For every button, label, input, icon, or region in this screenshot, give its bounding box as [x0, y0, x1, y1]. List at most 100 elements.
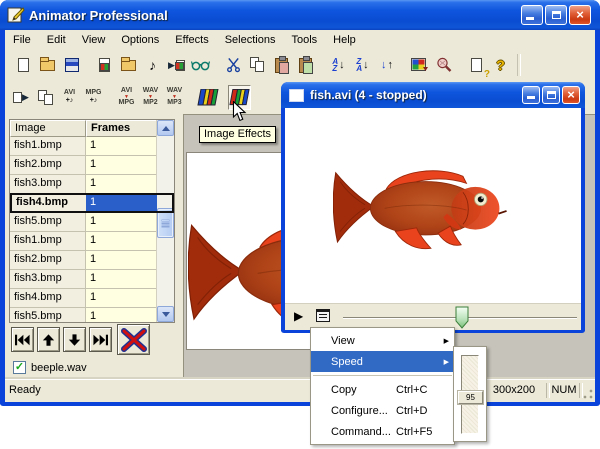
table-row[interactable]: fish2.bmp 1 [10, 156, 174, 175]
menu-file[interactable]: File [5, 32, 39, 48]
child-maximize-button[interactable] [542, 86, 560, 104]
seek-slider-thumb[interactable] [455, 306, 469, 329]
table-row-selected[interactable]: fish4.bmp 1 [10, 193, 174, 213]
submenu-arrow-icon: ▶ [443, 358, 449, 366]
cell-image[interactable]: fish2.bmp [10, 156, 86, 175]
menu-options[interactable]: Options [113, 32, 167, 48]
build-animation-button[interactable] [34, 85, 57, 110]
cell-frames[interactable]: 1 [86, 270, 157, 289]
film-effects-button[interactable] [196, 85, 219, 110]
wav-to-mp3-button[interactable]: WAV ▼ MP3 [163, 85, 186, 110]
cut-button[interactable] [222, 53, 245, 78]
menu-tools[interactable]: Tools [283, 32, 325, 48]
save-button[interactable] [60, 53, 83, 78]
sort-az-button[interactable]: A Z ↓ [327, 53, 350, 78]
cell-image[interactable]: fish1.bmp [10, 232, 86, 251]
previous-frame-button[interactable] [37, 327, 60, 352]
child-close-button[interactable]: × [562, 86, 580, 104]
cell-frames[interactable]: 1 [86, 156, 157, 175]
mpg-audio-button[interactable]: MPG +♪ [82, 85, 105, 110]
table-row[interactable]: fish1.bmp 1 [10, 232, 174, 251]
next-frame-button[interactable] [63, 327, 86, 352]
avi-to-mpg-button[interactable]: AVI ▼ MPG [115, 85, 138, 110]
table-row[interactable]: fish1.bmp 1 [10, 137, 174, 156]
copy-button[interactable] [246, 53, 269, 78]
status-bar: Ready 300x200 NUM [5, 379, 595, 402]
column-header-image[interactable]: Image [10, 120, 86, 137]
speed-slider-thumb[interactable]: 95 [458, 391, 483, 404]
menu-item-view[interactable]: View ▶ [311, 330, 454, 351]
menu-item-configure[interactable]: Configure... Ctrl+D [311, 400, 454, 421]
close-button[interactable]: × [569, 5, 591, 25]
help-button[interactable]: ? [489, 53, 512, 78]
new-file-button[interactable] [12, 53, 35, 78]
scroll-up-button[interactable] [157, 120, 174, 136]
open-button[interactable] [36, 53, 59, 78]
table-row[interactable]: fish5.bmp 1 [10, 213, 174, 232]
maximize-button[interactable] [545, 5, 567, 25]
table-row[interactable]: fish2.bmp 1 [10, 251, 174, 270]
cell-image[interactable]: fish4.bmp [12, 195, 86, 211]
menu-effects[interactable]: Effects [167, 32, 216, 48]
last-frame-button[interactable] [89, 327, 112, 352]
child-minimize-button[interactable] [522, 86, 540, 104]
image-palette-button[interactable] [408, 53, 431, 78]
cell-image[interactable]: fish5.bmp [10, 308, 86, 322]
cell-frames[interactable]: 1 [86, 175, 157, 194]
cell-image[interactable]: fish3.bmp [10, 175, 86, 194]
table-row[interactable]: fish5.bmp 1 [10, 308, 174, 322]
sort-za-button[interactable]: Z A ↓ [351, 53, 374, 78]
context-help-button[interactable]: ? [465, 53, 490, 80]
cell-frames[interactable]: 1 [86, 213, 157, 232]
menu-item-speed[interactable]: Speed ▶ [311, 351, 454, 372]
menu-item-command[interactable]: Command... Ctrl+F5 [311, 421, 454, 442]
cell-frames[interactable]: 1 [86, 137, 157, 156]
cell-frames[interactable]: 1 [86, 232, 157, 251]
avi-audio-button[interactable]: AVI +♪ [58, 85, 81, 110]
menu-help[interactable]: Help [325, 32, 364, 48]
delete-frame-button[interactable] [117, 324, 150, 355]
table-row[interactable]: fish3.bmp 1 [10, 175, 174, 194]
paste-frame-button[interactable] [270, 53, 293, 78]
new-image-folder-button[interactable] [117, 53, 140, 78]
menu-item-label: Copy [331, 383, 357, 396]
play-animation-button[interactable]: ▶ [10, 85, 33, 110]
cell-image[interactable]: fish3.bmp [10, 270, 86, 289]
menu-selections[interactable]: Selections [217, 32, 284, 48]
audio-track-row: ✓ beeple.wav [13, 361, 87, 374]
cell-image[interactable]: fish2.bmp [10, 251, 86, 270]
paste-image-button[interactable] [294, 53, 317, 78]
frame-list-button[interactable] [316, 309, 330, 322]
menu-edit[interactable]: Edit [39, 32, 74, 48]
menu-view[interactable]: View [74, 32, 114, 48]
zoom-button[interactable] [432, 53, 455, 78]
fish-image [333, 170, 507, 250]
context-menu: View ▶ Speed ▶ Copy Ctrl+C Configure... … [310, 327, 455, 445]
table-row[interactable]: fish3.bmp 1 [10, 270, 174, 289]
play-frames-button[interactable]: ▶ [165, 53, 188, 78]
cell-image[interactable]: fish1.bmp [10, 137, 86, 156]
app-icon[interactable] [7, 6, 25, 24]
preview-button[interactable] [189, 53, 212, 78]
first-frame-button[interactable] [11, 327, 34, 352]
minimize-button[interactable] [521, 5, 543, 25]
new-image-button[interactable] [93, 53, 116, 78]
audio-track-checkbox[interactable]: ✓ [13, 361, 26, 374]
menu-item-copy[interactable]: Copy Ctrl+C [311, 379, 454, 400]
play-button[interactable]: ▶ [294, 309, 303, 323]
cell-frames[interactable]: 1 [86, 251, 157, 270]
cell-image[interactable]: fish5.bmp [10, 213, 86, 232]
reverse-order-button[interactable]: ↓ ↑ [375, 53, 398, 78]
table-scrollbar[interactable] [156, 120, 174, 322]
column-header-frames[interactable]: Frames [86, 120, 157, 137]
cell-frames[interactable]: 1 [86, 195, 157, 211]
cell-image[interactable]: fish4.bmp [10, 289, 86, 308]
wav-to-mp2-button[interactable]: WAV ▼ MP2 [139, 85, 162, 110]
table-row[interactable]: fish4.bmp 1 [10, 289, 174, 308]
document-icon[interactable] [289, 88, 304, 102]
cell-frames[interactable]: 1 [86, 289, 157, 308]
resize-grip[interactable] [581, 388, 594, 401]
audio-button[interactable]: ♪ [141, 53, 164, 78]
scroll-down-button[interactable] [157, 306, 174, 322]
cell-frames[interactable]: 1 [86, 308, 157, 322]
